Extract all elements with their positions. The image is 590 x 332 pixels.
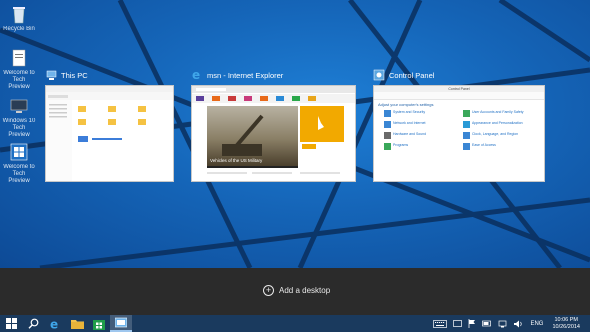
windows-logo-icon: [9, 142, 29, 162]
control-panel-icon: [373, 69, 385, 81]
desktop-icon-welcome-doc[interactable]: Welcome to Tech Preview: [2, 48, 36, 91]
add-desktop-button[interactable]: + Add a desktop: [263, 285, 330, 296]
recycle-bin-icon: [9, 4, 29, 24]
add-desktop-label: Add a desktop: [279, 286, 331, 295]
keyboard-icon[interactable]: [433, 319, 448, 328]
cp-item: Network and Internet: [384, 121, 459, 128]
store-icon: [93, 319, 105, 330]
task-view-desktops-panel: + Add a desktop: [0, 268, 590, 315]
svg-text:e: e: [50, 318, 58, 330]
cp-item-icon: [463, 121, 470, 128]
internet-explorer-icon: e: [50, 318, 58, 330]
desktop-icon-welcome[interactable]: Welcome to Tech Preview: [2, 142, 36, 185]
search-icon: [28, 318, 38, 329]
taskbar-store[interactable]: [88, 315, 110, 332]
taskbar-internet-explorer[interactable]: e: [44, 315, 66, 332]
cp-item: Clock, Language, and Region: [463, 132, 538, 139]
clock-date: 10/26/2014: [552, 323, 580, 330]
taskbar-file-explorer[interactable]: [66, 315, 88, 332]
plus-icon: +: [263, 285, 274, 296]
computer-icon: [9, 96, 29, 116]
task-view-button[interactable]: [110, 315, 132, 332]
cp-item: System and Security: [384, 110, 459, 117]
windows-logo-icon: [5, 318, 17, 329]
desktop-icon-tech-preview[interactable]: Windows 10 Tech Preview: [2, 96, 36, 139]
window-title-bar: Control Panel: [373, 68, 545, 82]
task-view-window-internet-explorer[interactable]: e msn - Internet Explorer Vehicles of th…: [191, 68, 356, 182]
window-title: This PC: [61, 70, 88, 80]
power-icon[interactable]: [482, 320, 492, 328]
task-view-window-this-pc[interactable]: This PC: [45, 68, 174, 182]
language-indicator[interactable]: ENG: [530, 321, 543, 327]
task-view-window-control-panel[interactable]: Control Panel Control Panel Adjust your …: [373, 68, 545, 182]
desktop-icon-label: Windows 10 Tech Preview: [2, 118, 36, 138]
document-icon: [9, 48, 29, 68]
cp-thumb-address-bar: [374, 92, 544, 100]
cp-item-icon: [463, 143, 470, 150]
desktop-icon-recycle-bin[interactable]: Recycle Bin: [2, 4, 36, 33]
window-title: msn - Internet Explorer: [207, 70, 284, 80]
system-tray: ENG 10:06 PM 10/26/2014: [430, 315, 590, 332]
taskbar: e ENG 10:06 PM 10/26/2014: [0, 315, 590, 332]
window-thumbnail[interactable]: [45, 85, 174, 182]
svg-text:e: e: [192, 69, 200, 81]
cp-item: Appearance and Personalization: [463, 121, 538, 128]
cp-item-icon: [384, 143, 391, 150]
cp-item: User Accounts and Family Safety: [463, 110, 538, 117]
search-button[interactable]: [22, 315, 44, 332]
window-title-bar: This PC: [45, 68, 174, 82]
clock-time: 10:06 PM: [554, 317, 578, 323]
cp-thumb-items: System and Security User Accounts and Fa…: [384, 110, 538, 150]
ie-thumb-caption: Vehicles of the US Military: [210, 158, 263, 163]
window-thumbnail[interactable]: Control Panel Adjust your computer's set…: [373, 85, 545, 182]
cp-item-icon: [384, 121, 391, 128]
internet-explorer-icon: e: [191, 69, 203, 81]
clock[interactable]: 10:06 PM 10/26/2014: [552, 317, 580, 330]
desktop-icon-label: Welcome to Tech Preview: [3, 164, 35, 184]
cp-item: Ease of Access: [463, 143, 538, 150]
desktop-icon-label: Welcome to Tech Preview: [3, 70, 35, 90]
cp-item-icon: [384, 110, 391, 117]
volume-icon[interactable]: [514, 320, 523, 328]
cp-item: Hardware and Sound: [384, 132, 459, 139]
window-title-bar: e msn - Internet Explorer: [191, 68, 356, 82]
start-button[interactable]: [0, 315, 22, 332]
cp-thumb-heading: Adjust your computer's settings: [378, 102, 434, 107]
cp-item-icon: [384, 132, 391, 139]
cp-item: Programs: [384, 143, 459, 150]
task-view-icon: [115, 317, 127, 328]
cp-item-icon: [463, 132, 470, 139]
network-icon[interactable]: [498, 320, 508, 328]
action-center-icon[interactable]: [453, 319, 463, 328]
flag-icon[interactable]: [468, 319, 476, 328]
cp-item-icon: [463, 110, 470, 117]
desktop-icon-label: Recycle Bin: [3, 26, 35, 32]
window-title: Control Panel: [389, 70, 435, 80]
folder-icon: [70, 320, 84, 329]
window-thumbnail[interactable]: Vehicles of the US Military: [191, 85, 356, 182]
this-pc-icon: [45, 69, 57, 81]
